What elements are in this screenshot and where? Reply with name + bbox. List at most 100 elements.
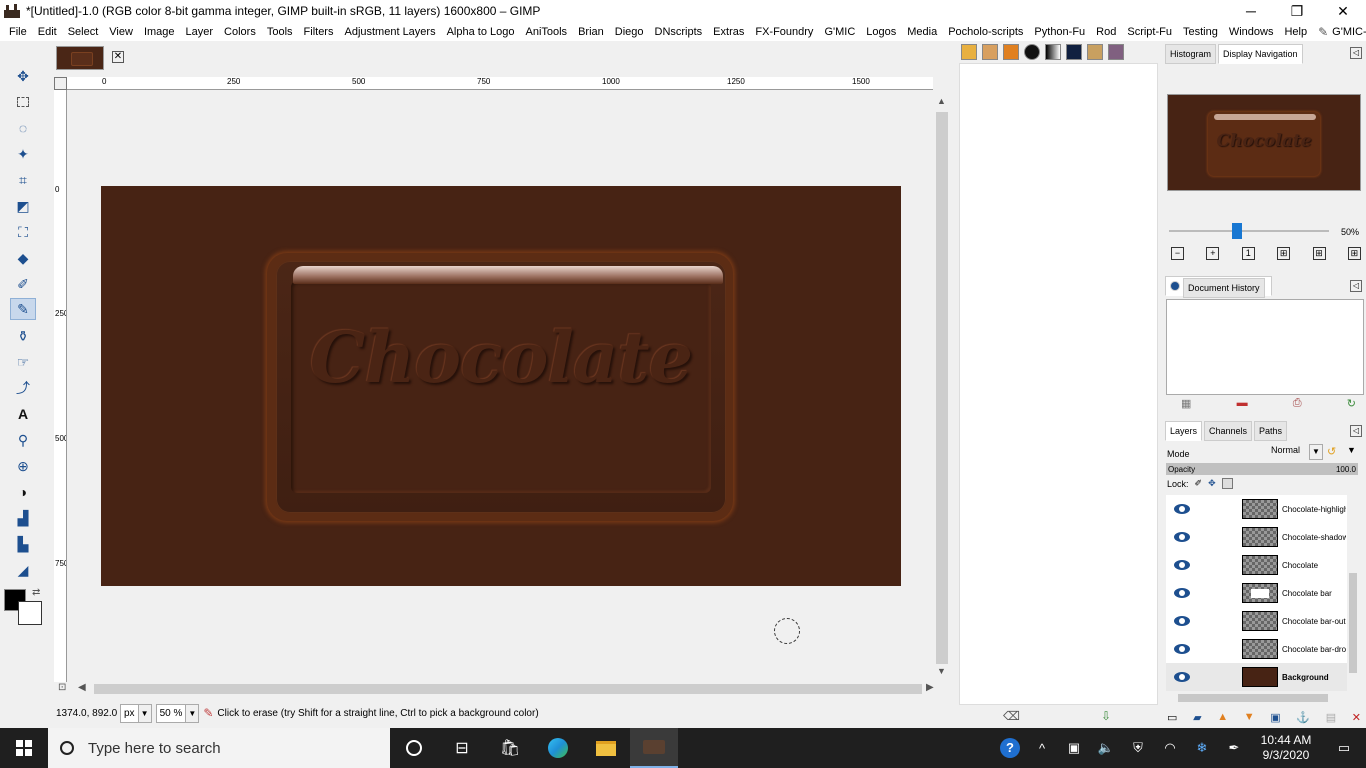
volume-icon[interactable]: 🔈: [1090, 740, 1122, 756]
menu-windows[interactable]: Windows: [1224, 26, 1280, 38]
gimp-taskbar-icon[interactable]: [630, 728, 678, 768]
text-tool-icon[interactable]: A: [10, 403, 36, 425]
lock-position-icon[interactable]: ✥: [1208, 478, 1216, 489]
zoom-1-1-icon[interactable]: 1: [1241, 247, 1255, 260]
tool-preset-icon[interactable]: [961, 44, 977, 60]
tab-document-history[interactable]: Document History: [1165, 276, 1272, 298]
mode-select[interactable]: Normal: [1271, 445, 1300, 455]
layer-row[interactable]: Chocolate bar: [1166, 579, 1358, 607]
new-layer-icon[interactable]: ▭: [1167, 711, 1177, 725]
layers-vertical-scrollbar[interactable]: [1347, 495, 1359, 691]
lower-layer-icon[interactable]: ▼: [1244, 711, 1255, 725]
scroll-thumb[interactable]: [1178, 694, 1328, 702]
menu-testing[interactable]: Testing: [1178, 26, 1224, 38]
paths-icon[interactable]: ⤴: [10, 377, 36, 399]
menu-fx-foundry[interactable]: FX-Foundry: [750, 26, 819, 38]
reset-icon[interactable]: ⌫: [1003, 709, 1020, 723]
visibility-eye-icon[interactable]: [1174, 532, 1190, 542]
snowflake-icon[interactable]: ❄: [1186, 740, 1218, 756]
move-tool-icon[interactable]: ✥: [10, 65, 36, 87]
tab-paths[interactable]: Paths: [1254, 421, 1288, 441]
open-image-icon[interactable]: ▦: [1181, 397, 1191, 411]
menu-layer[interactable]: Layer: [181, 26, 220, 38]
new-layer-group-icon[interactable]: ▰: [1193, 711, 1201, 725]
scroll-up-icon[interactable]: ▲: [937, 96, 946, 106]
close-button[interactable]: ✕: [1320, 0, 1366, 22]
image-canvas[interactable]: Chocolate: [101, 186, 901, 586]
paintbrush-icon[interactable]: ✐: [10, 273, 36, 295]
taskbar-clock[interactable]: 10:44 AM 9/3/2020: [1250, 733, 1322, 763]
menu-file[interactable]: File: [4, 26, 33, 38]
ruler-corner[interactable]: [54, 77, 67, 90]
layer-row[interactable]: Chocolate-shadow: [1166, 523, 1358, 551]
wifi-icon[interactable]: ◠: [1154, 740, 1186, 756]
menu-filters[interactable]: Filters: [299, 26, 340, 38]
anchor-layer-icon[interactable]: ⚓: [1296, 711, 1310, 725]
save-options-icon[interactable]: ⇩: [1101, 709, 1111, 723]
menu-media[interactable]: Media: [902, 26, 943, 38]
fuzzy-select-icon[interactable]: ✦: [10, 143, 36, 165]
background-color[interactable]: [18, 601, 42, 625]
warning-icon[interactable]: [1003, 44, 1019, 60]
zoom-slider-handle[interactable]: [1232, 223, 1242, 239]
menu-brian[interactable]: Brian: [573, 26, 610, 38]
menu-logos[interactable]: Logos: [861, 26, 902, 38]
lasso-icon[interactable]: ◌: [10, 117, 36, 139]
tab-layers[interactable]: Layers: [1165, 421, 1203, 441]
measure-icon[interactable]: ◢: [10, 559, 36, 581]
image-tab-thumbnail[interactable]: [56, 46, 104, 70]
swap-colors-icon[interactable]: ⇄: [32, 587, 40, 598]
tool-preset-icon[interactable]: [982, 44, 998, 60]
chevron-down-icon[interactable]: ▼: [137, 703, 152, 723]
lock-alpha-icon[interactable]: [1221, 478, 1233, 489]
taskbar-search-box[interactable]: Type here to search: [48, 728, 390, 768]
dock-menu-icon[interactable]: ◁: [1350, 280, 1362, 292]
navigate-icon[interactable]: ⊡: [58, 682, 66, 693]
smudge-icon[interactable]: ☞: [10, 351, 36, 373]
menu-script-fu[interactable]: Script-Fu: [1122, 26, 1178, 38]
chevron-down-icon[interactable]: ▼: [1309, 444, 1323, 460]
menu-select[interactable]: Select: [63, 26, 105, 38]
layers-horizontal-scrollbar[interactable]: [1166, 692, 1346, 704]
zoom-fit-icon[interactable]: ⊞: [1277, 247, 1291, 260]
dock-menu-icon[interactable]: ◁: [1350, 425, 1362, 437]
menu-image[interactable]: Image: [139, 26, 181, 38]
tab-histogram[interactable]: Histogram: [1165, 44, 1217, 64]
layer-row[interactable]: Chocolate bar-outline: [1166, 607, 1358, 635]
file-explorer-icon[interactable]: [582, 728, 630, 768]
menu-help[interactable]: Help: [1279, 26, 1313, 38]
help-icon[interactable]: ?: [994, 738, 1026, 758]
menu-adjustment-layers[interactable]: Adjustment Layers: [339, 26, 441, 38]
minimize-button[interactable]: ─: [1228, 0, 1274, 22]
visibility-eye-icon[interactable]: [1174, 560, 1190, 570]
remove-entry-icon[interactable]: ▬: [1237, 397, 1248, 411]
layer-row[interactable]: Chocolate: [1166, 551, 1358, 579]
layer-row[interactable]: Chocolate-highlight: [1166, 495, 1358, 523]
scroll-thumb[interactable]: [94, 684, 922, 694]
menu-gmic-qt[interactable]: ✎ G'MIC-QT...: [1313, 25, 1366, 39]
close-icon[interactable]: ✕: [112, 51, 124, 63]
scroll-thumb[interactable]: [936, 112, 948, 664]
scroll-thumb[interactable]: [1349, 573, 1357, 673]
chevron-up-icon[interactable]: ^: [1026, 741, 1058, 756]
canvas-vertical-scrollbar[interactable]: ▲ ▼: [934, 90, 950, 682]
eraser-icon[interactable]: ✎: [10, 298, 36, 320]
delete-layer-icon[interactable]: ✕: [1352, 711, 1361, 725]
tab-display-navigation[interactable]: Display Navigation: [1218, 44, 1303, 64]
task-view-icon[interactable]: ⊟: [438, 728, 486, 768]
pen-icon[interactable]: ✒: [1218, 740, 1250, 756]
horizontal-ruler[interactable]: 0 250 500 750 1000 1250 1500: [67, 77, 933, 90]
store-icon[interactable]: 🛍: [486, 728, 534, 768]
notifications-icon[interactable]: ▭: [1322, 740, 1366, 756]
unit-select[interactable]: px: [120, 703, 139, 723]
pattern-icon[interactable]: [1066, 44, 1082, 60]
lock-pixels-icon[interactable]: ✐: [1195, 478, 1203, 489]
menu-anitools[interactable]: AniTools: [520, 26, 573, 38]
zoom-out-icon[interactable]: −: [1171, 247, 1184, 260]
opacity-slider[interactable]: Opacity 100.0: [1166, 463, 1358, 475]
brush-icon[interactable]: [1024, 44, 1040, 60]
canvas-area[interactable]: Chocolate: [68, 91, 934, 682]
visibility-eye-icon[interactable]: [1174, 672, 1190, 682]
navigation-preview[interactable]: Chocolate: [1167, 94, 1361, 191]
menu-view[interactable]: View: [104, 26, 139, 38]
